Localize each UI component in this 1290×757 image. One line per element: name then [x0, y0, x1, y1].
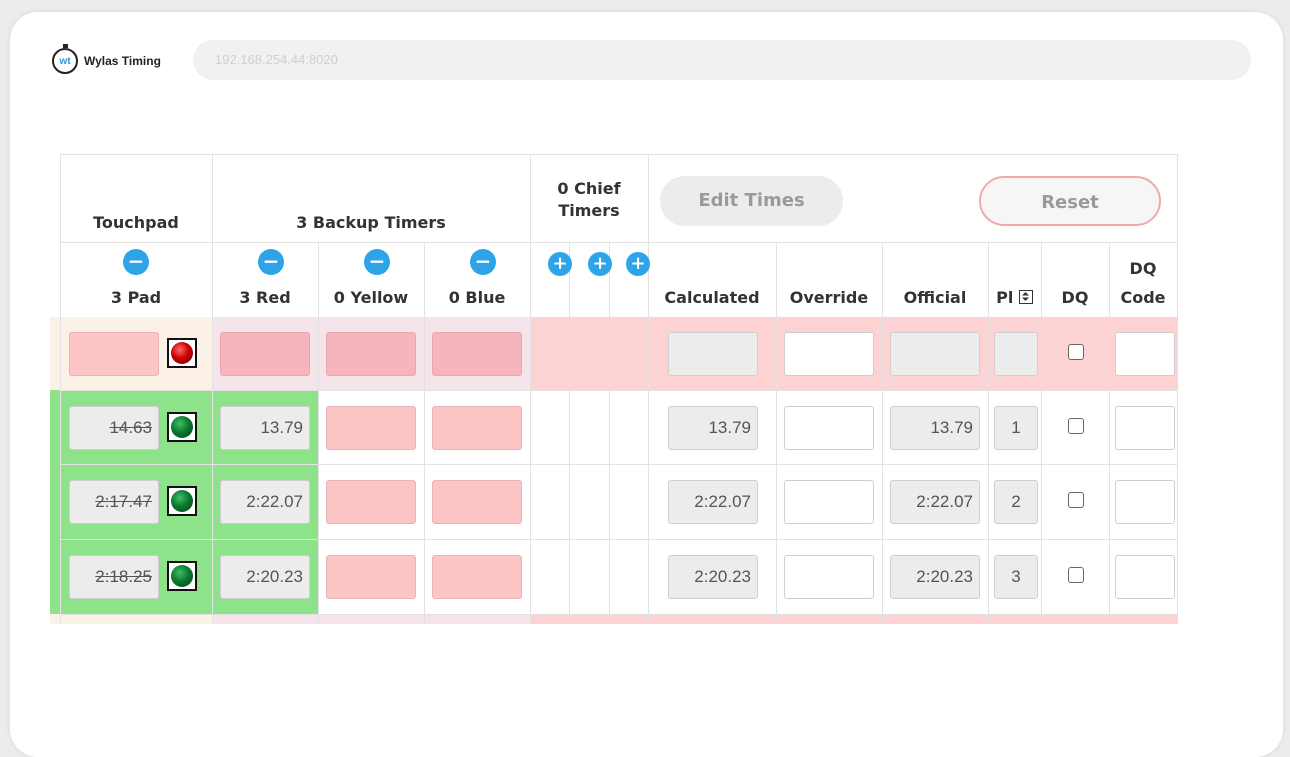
row-1-calculated: 13.79: [668, 406, 758, 450]
row-1-yellow-time[interactable]: [326, 406, 416, 450]
dq-code-line2: Code: [1120, 288, 1166, 307]
row-3-dq-code-input[interactable]: [1115, 555, 1175, 599]
col-dq-header: DQ: [1061, 288, 1089, 307]
row-1-dq-checkbox[interactable]: [1068, 418, 1084, 434]
grid-line: [60, 242, 1178, 243]
grid-line: [1177, 154, 1178, 624]
row-2-red-time[interactable]: 2:22.07: [220, 480, 310, 524]
col-place-label: Pl: [996, 288, 1014, 307]
row-3-calculated: 2:20.23: [668, 555, 758, 599]
row-3-place: 3: [994, 555, 1038, 599]
row-2-place: 2: [994, 480, 1038, 524]
row-2-official: 2:22.07: [890, 480, 980, 524]
row-0-place: [994, 332, 1038, 376]
col-place-header[interactable]: Pl: [988, 287, 1041, 309]
add-chief-timer-plus-icon[interactable]: +: [588, 252, 612, 276]
grid-line: [60, 154, 1178, 155]
row-0-override-input[interactable]: [784, 332, 874, 376]
col-blue-header: 0 Blue: [448, 288, 506, 307]
row-1-pad-led-icon: [167, 412, 197, 442]
remove-blue-timer-minus-icon[interactable]: −: [470, 249, 496, 275]
grid-line: [60, 539, 1178, 540]
remove-yellow-timer-minus-icon[interactable]: −: [364, 249, 390, 275]
row-4-pad-cell: [50, 614, 212, 624]
row-0-red-time[interactable]: [220, 332, 310, 376]
chief-timers-group-header: 0 Chief Timers: [530, 178, 648, 222]
row-2-pad-time[interactable]: 2:17.47: [69, 480, 159, 524]
row-1-red-time[interactable]: 13.79: [220, 406, 310, 450]
row-3-pad-led-icon: [167, 561, 197, 591]
col-dq-code-header: DQ Code: [1109, 258, 1177, 309]
row-2-calculated: 2:22.07: [668, 480, 758, 524]
grid-line: [60, 614, 1178, 615]
col-override-header: Override: [789, 288, 869, 307]
row-2-yellow-time[interactable]: [326, 480, 416, 524]
row-1-place: 1: [994, 406, 1038, 450]
col-red-header: 3 Red: [239, 288, 291, 307]
col-yellow-header: 0 Yellow: [333, 288, 409, 307]
row-0-pad-led-icon: [167, 338, 197, 368]
add-chief-timer-plus-icon[interactable]: +: [626, 252, 650, 276]
row-0-official: [890, 332, 980, 376]
grid-line: [609, 242, 610, 624]
remove-pad-minus-icon[interactable]: −: [123, 249, 149, 275]
chief-timers-line2: Timers: [558, 201, 620, 220]
results-grid: Touchpad 3 Backup Timers 0 Chief Timers …: [50, 154, 1178, 624]
sort-icon[interactable]: [1018, 290, 1033, 304]
row-3-override-input[interactable]: [784, 555, 874, 599]
grid-line: [530, 154, 531, 624]
col-official-header: Official: [903, 288, 967, 307]
grid-line: [60, 464, 1178, 465]
row-3-dq-checkbox[interactable]: [1068, 567, 1084, 583]
dq-code-line1: DQ: [1129, 259, 1157, 278]
address-bar[interactable]: 192.168.254.44:8020: [193, 40, 1251, 80]
row-1-official: 13.79: [890, 406, 980, 450]
row-0-yellow-time[interactable]: [326, 332, 416, 376]
row-0-dq-code-input[interactable]: [1115, 332, 1175, 376]
stopwatch-logo-icon: wt: [52, 44, 78, 74]
row-0-calculated: [668, 332, 758, 376]
row-0-dq-checkbox[interactable]: [1068, 344, 1084, 360]
row-0-pad-time[interactable]: [69, 332, 159, 376]
app-logo: wt Wylas Timing: [52, 44, 161, 74]
chief-timers-line1: 0 Chief: [557, 179, 621, 198]
col-calculated-header: Calculated: [664, 288, 760, 307]
row-3-red-time[interactable]: 2:20.23: [220, 555, 310, 599]
row-2-dq-checkbox[interactable]: [1068, 492, 1084, 508]
row-1-override-input[interactable]: [784, 406, 874, 450]
add-chief-timer-plus-icon[interactable]: +: [548, 252, 572, 276]
remove-red-timer-minus-icon[interactable]: −: [258, 249, 284, 275]
row-1-pad-time[interactable]: 14.63: [69, 406, 159, 450]
grid-line: [648, 154, 649, 624]
row-4-rest-cells: [530, 614, 1178, 624]
row-3-official: 2:20.23: [890, 555, 980, 599]
grid-line: [569, 242, 570, 624]
row-1-blue-time[interactable]: [432, 406, 522, 450]
row-3-blue-time[interactable]: [432, 555, 522, 599]
row-2-dq-code-input[interactable]: [1115, 480, 1175, 524]
row-2-override-input[interactable]: [784, 480, 874, 524]
touchpad-group-header: Touchpad: [93, 213, 179, 232]
row-4-backup-cells: [212, 614, 530, 624]
grid-line: [60, 390, 1178, 391]
edit-times-button[interactable]: Edit Times: [660, 176, 843, 226]
row-0-blue-time[interactable]: [432, 332, 522, 376]
app-name: Wylas Timing: [84, 54, 161, 68]
row-2-blue-time[interactable]: [432, 480, 522, 524]
col-pad-header: 3 Pad: [110, 288, 162, 307]
row-1-dq-code-input[interactable]: [1115, 406, 1175, 450]
reset-button[interactable]: Reset: [979, 176, 1161, 226]
app-card: wt Wylas Timing 192.168.254.44:8020 Touc…: [10, 12, 1283, 757]
row-2-pad-led-icon: [167, 486, 197, 516]
backup-timers-group-header: 3 Backup Timers: [296, 213, 446, 232]
row-3-yellow-time[interactable]: [326, 555, 416, 599]
row-3-pad-time[interactable]: 2:18.25: [69, 555, 159, 599]
